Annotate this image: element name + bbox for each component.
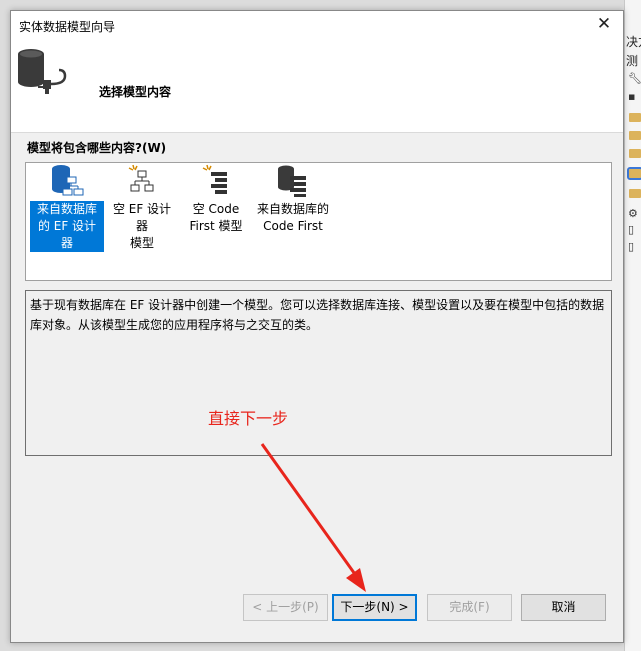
folder-icon[interactable] — [629, 149, 641, 158]
close-icon[interactable]: ✕ — [593, 13, 615, 35]
item-label: 来自数据库 的 EF 设计器 — [30, 201, 104, 252]
database-plug-icon — [18, 49, 67, 94]
item-label: 空 Code First 模型 — [189, 202, 243, 233]
folder-icon[interactable] — [629, 131, 641, 140]
list-item-code-first-from-db[interactable]: 来自数据库的 Code First — [254, 163, 332, 235]
folder-icon[interactable] — [629, 113, 641, 122]
wrench-icon: 🔧︎ — [628, 72, 641, 85]
page-title: 选择模型内容 — [99, 85, 172, 99]
panel-item-text: 测 — [626, 54, 639, 68]
annotation-text: 直接下一步 — [208, 409, 289, 428]
list-item-ef-designer-from-db[interactable]: 来自数据库 的 EF 设计器 — [30, 163, 104, 252]
item-label: 空 EF 设计器 模型 — [112, 202, 172, 250]
entity-data-model-wizard: 实体数据模型向导 ✕ 选择模型内容 模型将包含哪些内容?(W) 来自数据库 的 … — [10, 10, 624, 643]
cancel-button[interactable]: 取消 — [521, 594, 606, 621]
list-item-empty-code-first[interactable]: 空 Code First 模型 — [186, 163, 246, 235]
folder-icon[interactable] — [627, 167, 641, 180]
model-content-list[interactable]: 来自数据库 的 EF 设计器 空 EF 设计器 模型 空 Code First … — [25, 162, 612, 281]
file-icon: ▯ — [628, 223, 635, 236]
connector-icon: ▪ — [628, 90, 636, 103]
panel-header-text: 决方 — [626, 35, 641, 49]
model-content-label: 模型将包含哪些内容?(W) — [27, 141, 167, 155]
next-button[interactable]: 下一步(N) > — [332, 594, 417, 621]
empty-code-first-icon — [202, 164, 227, 194]
dialog-title: 实体数据模型向导 — [19, 20, 116, 34]
wizard-header: 选择模型内容 — [11, 41, 623, 133]
item-label: 来自数据库的 Code First — [256, 202, 329, 233]
description-box: 基于现有数据库在 EF 设计器中创建一个模型。您可以选择数据库连接、模型设置以及… — [25, 290, 612, 456]
previous-button[interactable]: < 上一步(P) — [243, 594, 328, 621]
empty-model-icon — [128, 164, 154, 192]
title-bar: 实体数据模型向导 ✕ — [11, 11, 623, 41]
database-code-first-icon — [278, 165, 306, 197]
gear-icon: ⚙ — [628, 207, 638, 220]
file-icon: ▯ — [628, 240, 635, 253]
list-item-empty-ef-designer[interactable]: 空 EF 设计器 模型 — [106, 163, 178, 252]
folder-icon[interactable] — [629, 189, 641, 198]
finish-button[interactable]: 完成(F) — [427, 594, 512, 621]
database-model-icon — [52, 165, 84, 196]
